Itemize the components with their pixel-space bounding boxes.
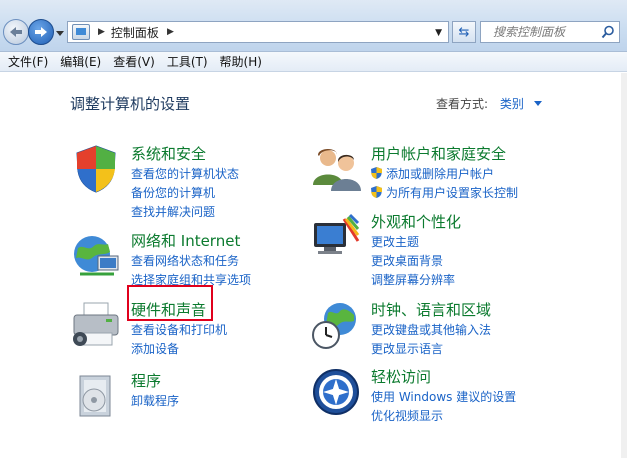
- shield-flag-icon: [76, 145, 116, 193]
- view-by-dropdown[interactable]: 类别: [500, 97, 524, 111]
- link-keyboard-input[interactable]: 更改键盘或其他输入法: [371, 321, 491, 340]
- address-bar: ▶ 控制面板 ▶ ▼ ⇆: [0, 0, 627, 52]
- back-arrow-icon: [10, 27, 22, 37]
- page-title: 调整计算机的设置: [70, 95, 191, 113]
- control-panel-content: 调整计算机的设置 查看方式: 类别 系统和安全 查看您的计算机状态 备份您的计算…: [0, 73, 627, 458]
- category-links: 卸载程序: [131, 392, 179, 411]
- network-icon: [74, 236, 119, 276]
- link-view-computer-status[interactable]: 查看您的计算机状态: [131, 165, 239, 184]
- link-add-remove-user[interactable]: 添加或删除用户帐户: [371, 165, 518, 184]
- menu-file[interactable]: 文件(F): [4, 53, 56, 70]
- link-change-theme[interactable]: 更改主题: [371, 233, 455, 252]
- users-icon: [313, 149, 361, 191]
- link-troubleshoot[interactable]: 查找并解决问题: [131, 203, 239, 222]
- link-devices-printers[interactable]: 查看设备和打印机: [131, 321, 227, 340]
- refresh-button[interactable]: ⇆: [452, 21, 476, 43]
- forward-arrow-icon: [35, 27, 47, 37]
- link-uninstall-program[interactable]: 卸载程序: [131, 392, 179, 411]
- category-links: 更改主题 更改桌面背景 调整屏幕分辨率: [371, 233, 455, 290]
- category-title[interactable]: 外观和个性化: [371, 211, 461, 232]
- breadcrumb-separator-icon[interactable]: ▶: [167, 27, 174, 37]
- uac-shield-icon: [371, 167, 382, 179]
- menu-help[interactable]: 帮助(H): [216, 53, 270, 70]
- back-button[interactable]: [3, 19, 29, 45]
- category-title[interactable]: 程序: [131, 370, 161, 391]
- search-box[interactable]: [480, 21, 620, 43]
- category-title[interactable]: 系统和安全: [131, 143, 206, 164]
- category-title[interactable]: 用户帐户和家庭安全: [371, 143, 506, 164]
- link-windows-suggested-settings[interactable]: 使用 Windows 建议的设置: [371, 388, 516, 407]
- scrollbar[interactable]: [621, 73, 627, 458]
- menu-view[interactable]: 查看(V): [109, 53, 163, 70]
- search-icon[interactable]: [601, 25, 615, 39]
- link-display-language[interactable]: 更改显示语言: [371, 340, 491, 359]
- link-optimize-display[interactable]: 优化视频显示: [371, 407, 516, 426]
- category-links: 添加或删除用户帐户 为所有用户设置家长控制: [371, 165, 518, 203]
- category-title[interactable]: 轻松访问: [371, 366, 431, 387]
- menu-edit[interactable]: 编辑(E): [56, 53, 109, 70]
- link-change-background[interactable]: 更改桌面背景: [371, 252, 455, 271]
- category-links: 使用 Windows 建议的设置 优化视频显示: [371, 388, 516, 426]
- address-dropdown-icon[interactable]: ▼: [435, 28, 442, 38]
- category-links: 更改键盘或其他输入法 更改显示语言: [371, 321, 491, 359]
- breadcrumb-separator-icon[interactable]: ▶: [98, 27, 105, 37]
- menu-bar: 文件(F) 编辑(E) 查看(V) 工具(T) 帮助(H): [0, 52, 627, 72]
- monitor-palette-icon: [314, 213, 360, 254]
- clock-globe-icon: [312, 303, 356, 349]
- category-title[interactable]: 时钟、语言和区域: [371, 299, 491, 320]
- link-add-device[interactable]: 添加设备: [131, 340, 227, 359]
- search-input[interactable]: [493, 25, 608, 39]
- link-text: 添加或删除用户帐户: [386, 167, 495, 181]
- view-by-dropdown-arrow-icon[interactable]: [533, 101, 542, 106]
- link-parental-controls[interactable]: 为所有用户设置家长控制: [371, 184, 518, 203]
- printer-icon: [73, 302, 119, 346]
- view-by-label: 查看方式:: [436, 97, 489, 111]
- recent-pages-dropdown-icon[interactable]: [56, 29, 64, 37]
- refresh-icon: ⇆: [458, 24, 470, 40]
- address-field[interactable]: ▶ 控制面板 ▶ ▼: [67, 21, 449, 43]
- category-title[interactable]: 网络和 Internet: [131, 230, 240, 251]
- link-backup-computer[interactable]: 备份您的计算机: [131, 184, 239, 203]
- forward-button[interactable]: [28, 19, 54, 45]
- ease-of-access-icon: [313, 369, 359, 415]
- control-panel-icon: [72, 24, 90, 40]
- menu-tools[interactable]: 工具(T): [163, 53, 216, 70]
- category-links: 查看您的计算机状态 备份您的计算机 查找并解决问题: [131, 165, 239, 222]
- uac-shield-icon: [371, 186, 382, 198]
- programs-icon: [79, 375, 111, 417]
- highlight-box: [127, 285, 213, 321]
- link-screen-resolution[interactable]: 调整屏幕分辨率: [371, 271, 455, 290]
- link-text: 为所有用户设置家长控制: [386, 186, 519, 200]
- category-links: 查看设备和打印机 添加设备: [131, 321, 227, 359]
- view-by: 查看方式: 类别: [436, 95, 542, 112]
- breadcrumb-control-panel[interactable]: 控制面板: [111, 24, 159, 41]
- link-network-status[interactable]: 查看网络状态和任务: [131, 252, 251, 271]
